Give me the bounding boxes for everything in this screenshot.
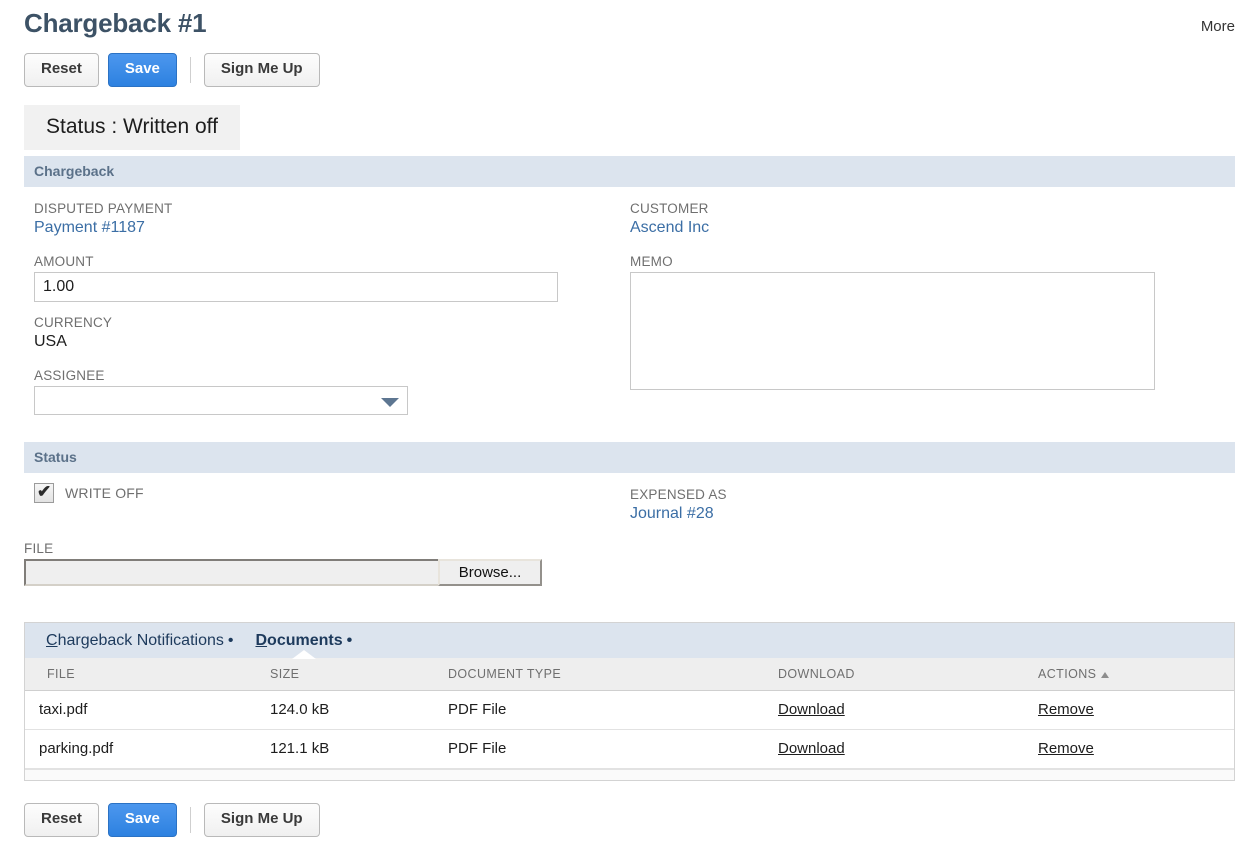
write-off-label: WRITE OFF xyxy=(65,485,144,501)
write-off-checkbox[interactable]: ✔ xyxy=(34,483,54,503)
toolbar-separator xyxy=(190,807,191,833)
cell-document-type: PDF File xyxy=(448,730,778,769)
field-customer: CUSTOMER Ascend Inc xyxy=(630,201,709,237)
download-link[interactable]: Download xyxy=(778,701,845,718)
disputed-payment-link[interactable]: Payment #1187 xyxy=(34,219,172,237)
field-expensed-as: EXPENSED AS Journal #28 xyxy=(630,487,727,523)
remove-link[interactable]: Remove xyxy=(1038,740,1094,757)
file-path-input[interactable] xyxy=(24,559,438,586)
column-header-download[interactable]: DOWNLOAD xyxy=(778,658,1038,691)
tab-label-rest: ocuments xyxy=(267,632,343,649)
amount-input[interactable] xyxy=(34,272,558,302)
tab-dot-icon: • xyxy=(228,632,234,649)
column-header-document-type[interactable]: DOCUMENT TYPE xyxy=(448,658,778,691)
assignee-dropdown[interactable] xyxy=(34,386,408,415)
active-tab-caret-icon xyxy=(292,650,316,659)
tab-chargeback-notifications-label: Chargeback Notifications xyxy=(46,632,224,649)
field-memo: MEMO xyxy=(630,254,1155,395)
cell-download: Download xyxy=(778,691,1038,730)
tab-chargeback-notifications[interactable]: Chargeback Notifications• xyxy=(35,632,244,650)
section-header-chargeback: Chargeback xyxy=(24,156,1235,187)
amount-label: AMOUNT xyxy=(34,254,558,269)
accesskey-letter: C xyxy=(46,632,58,649)
documents-table-body: taxi.pdf 124.0 kB PDF File Download Remo… xyxy=(25,691,1234,769)
tab-documents[interactable]: Documents• xyxy=(244,632,363,650)
accesskey-letter: D xyxy=(255,632,267,649)
assignee-value xyxy=(35,387,407,414)
field-file: FILE Browse... xyxy=(24,541,542,586)
column-header-file[interactable]: FILE xyxy=(25,658,262,691)
sort-ascending-icon xyxy=(1101,672,1109,678)
customer-label: CUSTOMER xyxy=(630,201,709,216)
save-button-top[interactable]: Save xyxy=(108,53,177,87)
cell-download: Download xyxy=(778,730,1038,769)
field-assignee: ASSIGNEE xyxy=(34,368,408,415)
currency-label: CURRENCY xyxy=(34,315,112,330)
documents-panel: Chargeback Notifications• Documents• FIL… xyxy=(24,622,1235,781)
cell-size: 124.0 kB xyxy=(262,691,448,730)
check-icon: ✔ xyxy=(37,482,51,502)
field-currency: CURRENCY USA xyxy=(34,315,112,351)
expensed-as-link[interactable]: Journal #28 xyxy=(630,505,727,523)
tab-bar: Chargeback Notifications• Documents• xyxy=(25,623,1234,658)
tab-documents-label: Documents xyxy=(255,632,342,649)
write-off-checkbox-row[interactable]: ✔ WRITE OFF xyxy=(34,483,144,503)
column-header-actions-label: ACTIONS xyxy=(1038,667,1096,681)
toolbar-top: Reset Save Sign Me Up xyxy=(24,53,320,87)
assignee-label: ASSIGNEE xyxy=(34,368,408,383)
memo-textarea[interactable] xyxy=(630,272,1155,390)
expensed-as-label: EXPENSED AS xyxy=(630,487,727,502)
customer-link[interactable]: Ascend Inc xyxy=(630,219,709,237)
disputed-payment-label: DISPUTED PAYMENT xyxy=(34,201,172,216)
toolbar-bottom: Reset Save Sign Me Up xyxy=(24,803,320,837)
table-header-row: FILE SIZE DOCUMENT TYPE DOWNLOAD ACTIONS xyxy=(25,658,1234,691)
chargeback-page: Chargeback #1 More Reset Save Sign Me Up… xyxy=(0,0,1259,852)
field-amount: AMOUNT xyxy=(34,254,558,302)
cell-size: 121.1 kB xyxy=(262,730,448,769)
column-header-size[interactable]: SIZE xyxy=(262,658,448,691)
file-label: FILE xyxy=(24,541,542,556)
currency-value: USA xyxy=(34,333,112,351)
toolbar-separator xyxy=(190,57,191,83)
cell-actions: Remove xyxy=(1038,691,1234,730)
tab-dot-icon: • xyxy=(347,632,353,649)
page-title: Chargeback #1 xyxy=(24,8,206,39)
table-row: taxi.pdf 124.0 kB PDF File Download Remo… xyxy=(25,691,1234,730)
table-footer xyxy=(25,769,1234,780)
cell-document-type: PDF File xyxy=(448,691,778,730)
save-button-bottom[interactable]: Save xyxy=(108,803,177,837)
documents-table-head: FILE SIZE DOCUMENT TYPE DOWNLOAD ACTIONS xyxy=(25,658,1234,691)
reset-button-bottom[interactable]: Reset xyxy=(24,803,99,837)
table-row: parking.pdf 121.1 kB PDF File Download R… xyxy=(25,730,1234,769)
download-link[interactable]: Download xyxy=(778,740,845,757)
file-input-control[interactable]: Browse... xyxy=(24,559,542,586)
tab-label-rest: hargeback Notifications xyxy=(58,632,224,649)
sign-me-up-button-bottom[interactable]: Sign Me Up xyxy=(204,803,320,837)
cell-actions: Remove xyxy=(1038,730,1234,769)
status-banner: Status : Written off xyxy=(24,105,240,150)
page-header: Chargeback #1 More xyxy=(0,0,1259,48)
chevron-down-icon xyxy=(381,398,399,407)
column-header-actions[interactable]: ACTIONS xyxy=(1038,658,1234,691)
remove-link[interactable]: Remove xyxy=(1038,701,1094,718)
more-link[interactable]: More xyxy=(1201,18,1235,35)
browse-button[interactable]: Browse... xyxy=(438,559,542,586)
documents-table: FILE SIZE DOCUMENT TYPE DOWNLOAD ACTIONS… xyxy=(25,658,1234,769)
section-header-status: Status xyxy=(24,442,1235,473)
memo-label: MEMO xyxy=(630,254,1155,269)
cell-file: taxi.pdf xyxy=(25,691,262,730)
cell-file: parking.pdf xyxy=(25,730,262,769)
field-disputed-payment: DISPUTED PAYMENT Payment #1187 xyxy=(34,201,172,237)
reset-button-top[interactable]: Reset xyxy=(24,53,99,87)
sign-me-up-button-top[interactable]: Sign Me Up xyxy=(204,53,320,87)
